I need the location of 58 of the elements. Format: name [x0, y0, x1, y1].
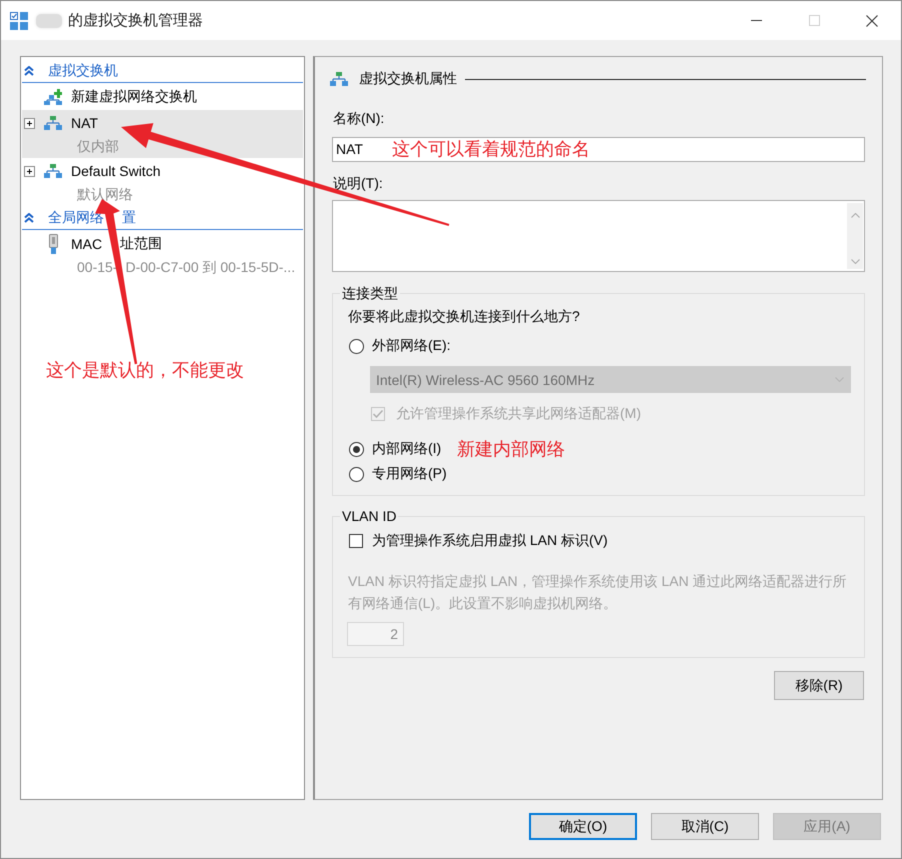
new-switch-icon — [44, 89, 62, 105]
app-icon — [10, 12, 28, 30]
plug-icon — [48, 234, 58, 254]
scrollbar[interactable] — [847, 203, 863, 269]
dialog-button[interactable]: 确定(O) — [529, 813, 637, 840]
field-label: 名称(N): — [332, 109, 386, 128]
chevron-up-icon — [850, 213, 860, 218]
remove-button[interactable]: 移除(R) — [774, 671, 864, 700]
help-text: VLAN 标识符指定虚拟 LAN，管理操作系统使用该 LAN 通过此网络适配器进行所有网络通信(L)。此设置不影响虚拟机网络。 — [348, 572, 848, 613]
maximize-icon — [808, 15, 820, 26]
item-label: 新建虚拟网络交换机 — [71, 88, 197, 106]
chevron-down-icon — [835, 377, 844, 382]
plus-box-icon[interactable] — [24, 166, 35, 176]
radio-label[interactable]: 外部网络(E): — [372, 337, 451, 355]
annotation-text: 这个可以看着规范的命名 — [392, 138, 590, 161]
item-label: 址范围 — [120, 235, 162, 253]
panel-title: 虚拟交换机属性 — [359, 70, 457, 88]
radio-label[interactable]: 内部网络(I) — [372, 440, 442, 458]
sidebar-item[interactable]: MAC 址范围 00-15- D-00-C7-00 到 00-15-5D-... — [22, 230, 303, 279]
item-sublabel: D-00-C7-00 到 00-15-5D-... — [125, 258, 296, 277]
network-switch-icon — [330, 72, 348, 86]
item-label: MAC — [71, 236, 102, 252]
radio-label[interactable]: 专用网络(P) — [372, 465, 447, 483]
item-sublabel: 00-15- — [77, 258, 118, 277]
item-sublabel: 仅内部 — [77, 137, 119, 156]
group-title: VLAN ID — [341, 507, 398, 526]
section-title: 虚拟交换机 — [48, 62, 118, 80]
dropdown-value: Intel(R) Wireless-AC 9560 160MHz — [376, 372, 595, 388]
window-title: 的虚拟交换机管理器 — [68, 11, 204, 30]
radio-button[interactable] — [349, 338, 364, 354]
blurred-block — [36, 14, 62, 28]
network-switch-icon — [44, 116, 62, 130]
item-sublabel: 默认网络 — [77, 185, 133, 204]
annotation-text: 新建内部网络 — [457, 438, 566, 461]
section-header[interactable]: 虚拟交换机 — [22, 59, 303, 83]
item-label: Default Switch — [71, 163, 160, 179]
plus-box-icon[interactable] — [24, 118, 35, 128]
group-title: 连接类型 — [341, 284, 399, 303]
network-switch-icon — [44, 164, 62, 178]
double-chevron-up-icon[interactable] — [24, 66, 34, 76]
chevron-down-icon — [850, 259, 860, 264]
double-chevron-up-icon[interactable] — [24, 212, 34, 222]
checkbox[interactable] — [349, 534, 363, 548]
checkbox-label[interactable]: 为管理操作系统启用虚拟 LAN 标识(V) — [372, 532, 608, 550]
field-label: 说明(T): — [332, 174, 384, 193]
dialog-button[interactable]: 取消(C) — [651, 813, 759, 840]
close-icon — [866, 14, 878, 26]
question-text: 你要将此虚拟交换机连接到什么地方? — [348, 307, 581, 326]
radio-button[interactable] — [349, 466, 364, 482]
minimize-icon — [750, 20, 762, 21]
sidebar-item[interactable]: 新建虚拟网络交换机 — [22, 83, 303, 110]
radio-button[interactable] — [349, 442, 364, 456]
section-title: 置 — [122, 208, 136, 226]
item-label: NAT — [71, 115, 98, 131]
annotation-text: 这个是默认的，不能更改 — [46, 359, 244, 382]
description-field[interactable] — [332, 200, 865, 272]
sidebar-item[interactable]: NAT 仅内部 — [22, 110, 303, 158]
sidebar-item[interactable]: Default Switch 默认网络 — [22, 158, 303, 206]
